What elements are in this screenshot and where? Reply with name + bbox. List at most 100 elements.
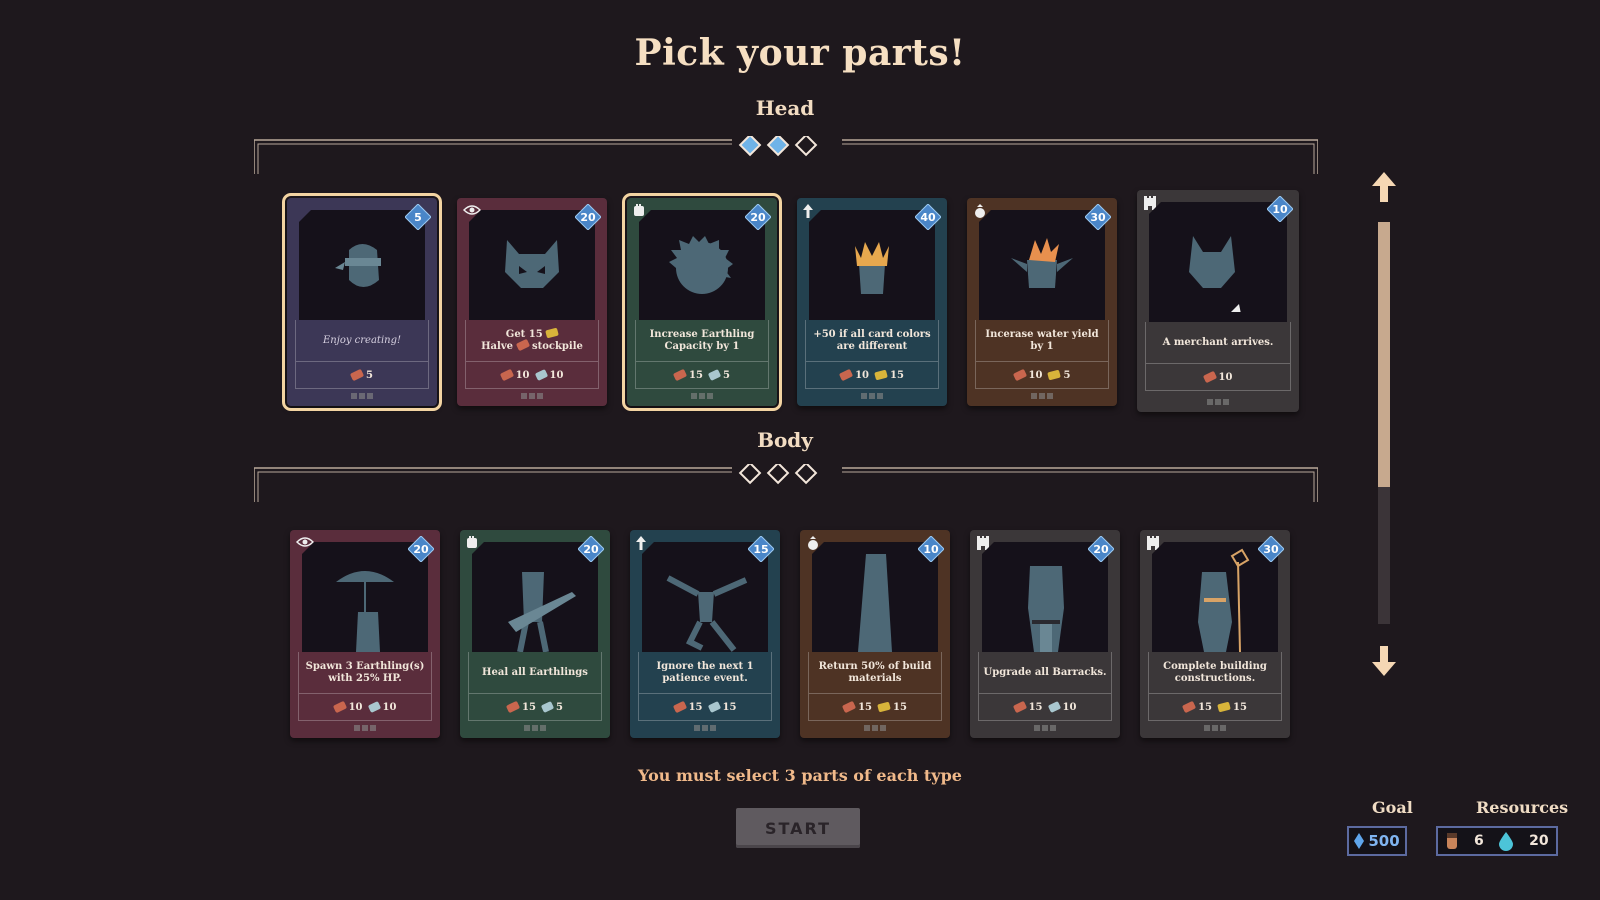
value-badge-number: 30 (1090, 210, 1106, 224)
scroll-down-arrow-icon[interactable] (1370, 644, 1398, 678)
head-part-card[interactable]: 40 +50 if all card colors are different 10… (797, 198, 947, 406)
card-description: Heal all Earthlings (482, 666, 588, 678)
water-drop-icon (1499, 832, 1514, 851)
stone-icon (534, 369, 548, 381)
card-description-box: Increase Earthling Capacity by 1 (635, 320, 769, 362)
head-part-card[interactable]: 10 A merchant arrives. 10 (1137, 190, 1299, 412)
card-description: Incerase water yield by 1 (985, 328, 1099, 352)
body-part-card[interactable]: 20 Upgrade all Barracks. 15 10 (970, 530, 1120, 738)
value-badge: 10 (918, 536, 944, 562)
cost-value: 10 (515, 369, 530, 381)
value-badge-number: 20 (583, 542, 599, 556)
body-section-label: Body (757, 428, 813, 452)
card-desc-line: Halve (481, 340, 514, 352)
card-cost-box: 10 (1145, 364, 1291, 391)
cost-value: 15 (893, 701, 907, 713)
cost-item: 10 (1047, 701, 1077, 713)
card-description-box: Get 15 Halve stockpile (465, 320, 599, 362)
cost-value: 10 (1218, 371, 1233, 383)
card-cost-box: 5 (295, 362, 429, 389)
cost-value: 10 (348, 701, 363, 713)
body-divider (254, 464, 1318, 502)
cost-item: 5 (707, 369, 730, 381)
goal-value: 500 (1368, 832, 1400, 850)
value-badge-number: 30 (1263, 542, 1279, 556)
card-dots (1137, 399, 1299, 405)
card-description-box: A merchant arrives. (1145, 322, 1291, 364)
value-badge: 20 (1088, 536, 1114, 562)
value-badge-number: 15 (753, 542, 769, 556)
card-cost-box: 15 15 (1148, 694, 1282, 721)
card-dots (1140, 725, 1290, 731)
card-cost-box: 10 15 (805, 362, 939, 389)
card-dots (457, 393, 607, 399)
body-part-card[interactable]: 30 Complete building constructions. 15 15 (1140, 530, 1290, 738)
value-badge-number: 10 (923, 542, 939, 556)
cost-value: 10 (1062, 701, 1077, 713)
cost-value: 10 (855, 369, 869, 381)
cost-item: 10 (367, 701, 397, 713)
value-badge: 30 (1258, 536, 1284, 562)
stone-icon (367, 701, 381, 713)
cost-item: 15 (1217, 701, 1247, 713)
gold-icon (1047, 369, 1062, 381)
gem-icon (1354, 833, 1365, 849)
card-description-box: Spawn 3 Earthling(s) with 25% HP. (298, 652, 432, 694)
card-description: +50 if all card colors are different (813, 328, 931, 352)
cost-value: 10 (382, 701, 397, 713)
value-badge: 20 (578, 536, 604, 562)
body-part-card[interactable]: 20 Spawn 3 Earthling(s) with 25% HP. 10 10 (290, 530, 440, 738)
head-part-card[interactable]: 20 Get 15 Halve stockpile 10 10 (457, 198, 607, 406)
value-badge: 15 (748, 536, 774, 562)
value-badge: 20 (575, 204, 601, 230)
wood-icon (1181, 700, 1197, 714)
earthling-icon (1447, 833, 1458, 849)
scrollbar-thumb[interactable] (1378, 222, 1390, 487)
gold-icon (545, 327, 560, 338)
card-dots (800, 725, 950, 731)
diamond-filled-icon (766, 136, 790, 157)
cost-item: 5 (1047, 369, 1070, 381)
head-part-card[interactable]: 5 Enjoy creating! 5 (282, 193, 442, 411)
card-description: A merchant arrives. (1162, 336, 1274, 348)
wood-icon (838, 368, 854, 382)
card-cost-box: 10 10 (465, 362, 599, 389)
cost-value: 15 (858, 701, 872, 713)
cost-item: 15 (672, 368, 703, 382)
body-part-card[interactable]: 15 Ignore the next 1 patience event. 15 15 (630, 530, 780, 738)
wood-icon (505, 700, 521, 714)
cost-item: 10 (534, 369, 563, 381)
card-description-box: Upgrade all Barracks. (978, 652, 1112, 694)
head-part-card[interactable]: 20 Increase Earthling Capacity by 1 15 5 (622, 193, 782, 411)
value-badge: 20 (408, 536, 434, 562)
body-part-card[interactable]: 10 Return 50% of build materials 15 15 (800, 530, 950, 738)
start-button[interactable]: START (736, 808, 860, 848)
card-description: Return 50% of build materials (818, 660, 932, 684)
resources-box: 6 20 (1436, 826, 1558, 856)
cost-item: 15 (1181, 700, 1212, 714)
card-description-box: Incerase water yield by 1 (975, 320, 1109, 362)
body-card-row: 20 Spawn 3 Earthling(s) with 25% HP. 10 10 2… (0, 524, 1600, 754)
value-badge-number: 20 (750, 210, 766, 224)
wood-icon (499, 368, 514, 382)
cost-item: 15 (877, 701, 907, 713)
scroll-up-arrow-icon[interactable] (1370, 170, 1398, 204)
value-badge: 5 (405, 204, 431, 230)
cost-item: 15 (672, 700, 703, 714)
card-dots (460, 725, 610, 731)
head-part-card[interactable]: 30 Incerase water yield by 1 10 5 (967, 198, 1117, 406)
cost-item: 15 (1012, 700, 1043, 714)
card-dots (967, 393, 1117, 399)
cost-value: 15 (1233, 701, 1247, 713)
selection-hint: You must select 3 parts of each type (638, 766, 962, 785)
card-description-box: Ignore the next 1 patience event. (638, 652, 772, 694)
card-description: Upgrade all Barracks. (983, 666, 1107, 678)
card-dots (630, 725, 780, 731)
body-part-card[interactable]: 20 Heal all Earthlings 15 5 (460, 530, 610, 738)
cost-item: 15 (874, 369, 904, 381)
wood-icon (332, 700, 347, 714)
cost-value: 15 (890, 369, 904, 381)
value-badge-number: 10 (1272, 202, 1288, 216)
cost-item: 15 (505, 700, 536, 714)
goal-box: 500 (1347, 826, 1407, 856)
